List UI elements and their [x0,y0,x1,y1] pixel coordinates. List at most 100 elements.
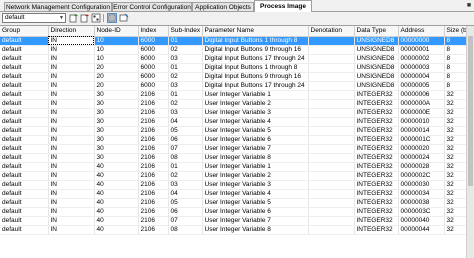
table-row[interactable]: default IN 40 2106 07 User Integer Variable 7… [0,216,474,226]
view-b-icon[interactable] [119,13,129,23]
cell-denotation[interactable] [308,216,355,226]
cell-data-type[interactable]: INTEGER32 [354,198,399,208]
cell-address[interactable]: 00000006 [398,90,445,100]
table-row[interactable]: default IN 40 2106 01 User Integer Variable 1… [0,162,474,172]
cell-index[interactable]: 6000 [138,63,169,73]
cell-sub-index[interactable]: 02 [168,99,203,109]
cell-node-id[interactable]: 30 [94,126,139,136]
table-row[interactable]: default IN 40 2106 06 User Integer Variable 6… [0,207,474,217]
cell-direction[interactable]: IN [48,189,95,199]
vertical-scrollbar[interactable] [466,26,474,258]
cell-address[interactable]: 00000034 [398,189,445,199]
cell-denotation[interactable] [308,108,355,118]
cell-index[interactable]: 2106 [138,135,169,145]
cell-address[interactable]: 00000010 [398,117,445,127]
table-row[interactable]: default IN 20 6000 02 Digital Input Buttons 9… [0,72,474,82]
cell-index[interactable]: 2106 [138,90,169,100]
cell-parameter-name[interactable]: User Integer Variable 1 [202,90,309,100]
cell-data-type[interactable]: INTEGER32 [354,108,399,118]
cell-node-id[interactable]: 10 [94,36,139,46]
map-icon[interactable] [91,13,101,23]
table-row[interactable]: default IN 40 2106 08 User Integer Variable 8… [0,225,474,235]
cell-sub-index[interactable]: 03 [168,108,203,118]
cell-node-id[interactable]: 10 [94,54,139,64]
cell-sub-index[interactable]: 06 [168,135,203,145]
cell-node-id[interactable]: 30 [94,135,139,145]
cell-direction[interactable]: IN [48,216,95,226]
cell-index[interactable]: 2106 [138,153,169,163]
cell-node-id[interactable]: 30 [94,99,139,109]
cell-group[interactable]: default [0,117,49,127]
cell-address[interactable]: 00000002 [398,54,445,64]
cell-index[interactable]: 2106 [138,144,169,154]
cell-direction[interactable]: IN [48,90,95,100]
cell-address[interactable]: 00000024 [398,153,445,163]
cell-group[interactable]: default [0,135,49,145]
cell-sub-index[interactable]: 03 [168,81,203,91]
cell-address[interactable]: 00000001 [398,45,445,55]
cell-data-type[interactable]: INTEGER32 [354,126,399,136]
cell-direction[interactable]: IN [48,225,95,235]
cell-node-id[interactable]: 30 [94,90,139,100]
cell-group[interactable]: default [0,162,49,172]
add-icon[interactable] [69,13,79,23]
cell-denotation[interactable] [308,180,355,190]
cell-node-id[interactable]: 30 [94,108,139,118]
group-filter-select[interactable]: default ▼ [2,13,66,23]
table-row[interactable]: default IN 30 2106 02 User Integer Variable 2… [0,99,474,109]
cell-data-type[interactable]: UNSIGNED8 [354,81,399,91]
cell-group[interactable]: default [0,225,49,235]
cell-direction[interactable]: IN [48,180,95,190]
cell-data-type[interactable]: INTEGER32 [354,117,399,127]
cell-node-id[interactable]: 10 [94,45,139,55]
column-header-sub-index[interactable]: Sub-Index [168,26,203,37]
cell-data-type[interactable]: UNSIGNED8 [354,63,399,73]
cell-denotation[interactable] [308,99,355,109]
cell-parameter-name[interactable]: User Integer Variable 3 [202,180,309,190]
cell-group[interactable]: default [0,108,49,118]
cell-parameter-name[interactable]: User Integer Variable 7 [202,216,309,226]
cell-direction[interactable]: IN [48,153,95,163]
cell-group[interactable]: default [0,189,49,199]
cell-group[interactable]: default [0,54,49,64]
cell-denotation[interactable] [308,126,355,136]
cell-node-id[interactable]: 40 [94,180,139,190]
cell-node-id[interactable]: 20 [94,81,139,91]
cell-denotation[interactable] [308,189,355,199]
cell-node-id[interactable]: 40 [94,189,139,199]
cell-index[interactable]: 2106 [138,171,169,181]
cell-sub-index[interactable]: 08 [168,153,203,163]
table-row[interactable]: default IN 30 2106 08 User Integer Variable 8… [0,153,474,163]
cell-index[interactable]: 2106 [138,162,169,172]
cell-sub-index[interactable]: 01 [168,63,203,73]
cell-address[interactable]: 00000044 [398,225,445,235]
cell-sub-index[interactable]: 04 [168,189,203,199]
cell-data-type[interactable]: INTEGER32 [354,162,399,172]
table-row[interactable]: default IN 20 6000 03 Digital Input Buttons 1… [0,81,474,91]
cell-data-type[interactable]: INTEGER32 [354,207,399,217]
cell-parameter-name[interactable]: User Integer Variable 5 [202,198,309,208]
cell-data-type[interactable]: INTEGER32 [354,144,399,154]
cell-data-type[interactable]: INTEGER32 [354,225,399,235]
cell-index[interactable]: 6000 [138,54,169,64]
cell-data-type[interactable]: INTEGER32 [354,153,399,163]
cell-sub-index[interactable]: 01 [168,162,203,172]
cell-direction[interactable]: IN [48,126,95,136]
cell-data-type[interactable]: INTEGER32 [354,90,399,100]
cell-parameter-name[interactable]: User Integer Variable 7 [202,144,309,154]
cell-address[interactable]: 0000003C [398,207,445,217]
cell-direction[interactable]: IN [48,99,95,109]
scrollbar-thumb[interactable] [468,36,473,186]
cell-sub-index[interactable]: 03 [168,54,203,64]
cell-direction[interactable]: IN [48,45,95,55]
cell-index[interactable]: 2106 [138,198,169,208]
cell-group[interactable]: default [0,207,49,217]
cell-data-type[interactable]: UNSIGNED8 [354,72,399,82]
cell-parameter-name[interactable]: Digital Input Buttons 9 through 16 [202,72,309,82]
tab-error-control-configuration[interactable]: Error Control Configuration [112,2,192,11]
pin-icon[interactable]: ■ [465,1,473,10]
cell-parameter-name[interactable]: User Integer Variable 1 [202,162,309,172]
cell-parameter-name[interactable]: Digital Input Buttons 1 through 8 [202,63,309,73]
cell-data-type[interactable]: INTEGER32 [354,189,399,199]
cell-index[interactable]: 2106 [138,108,169,118]
